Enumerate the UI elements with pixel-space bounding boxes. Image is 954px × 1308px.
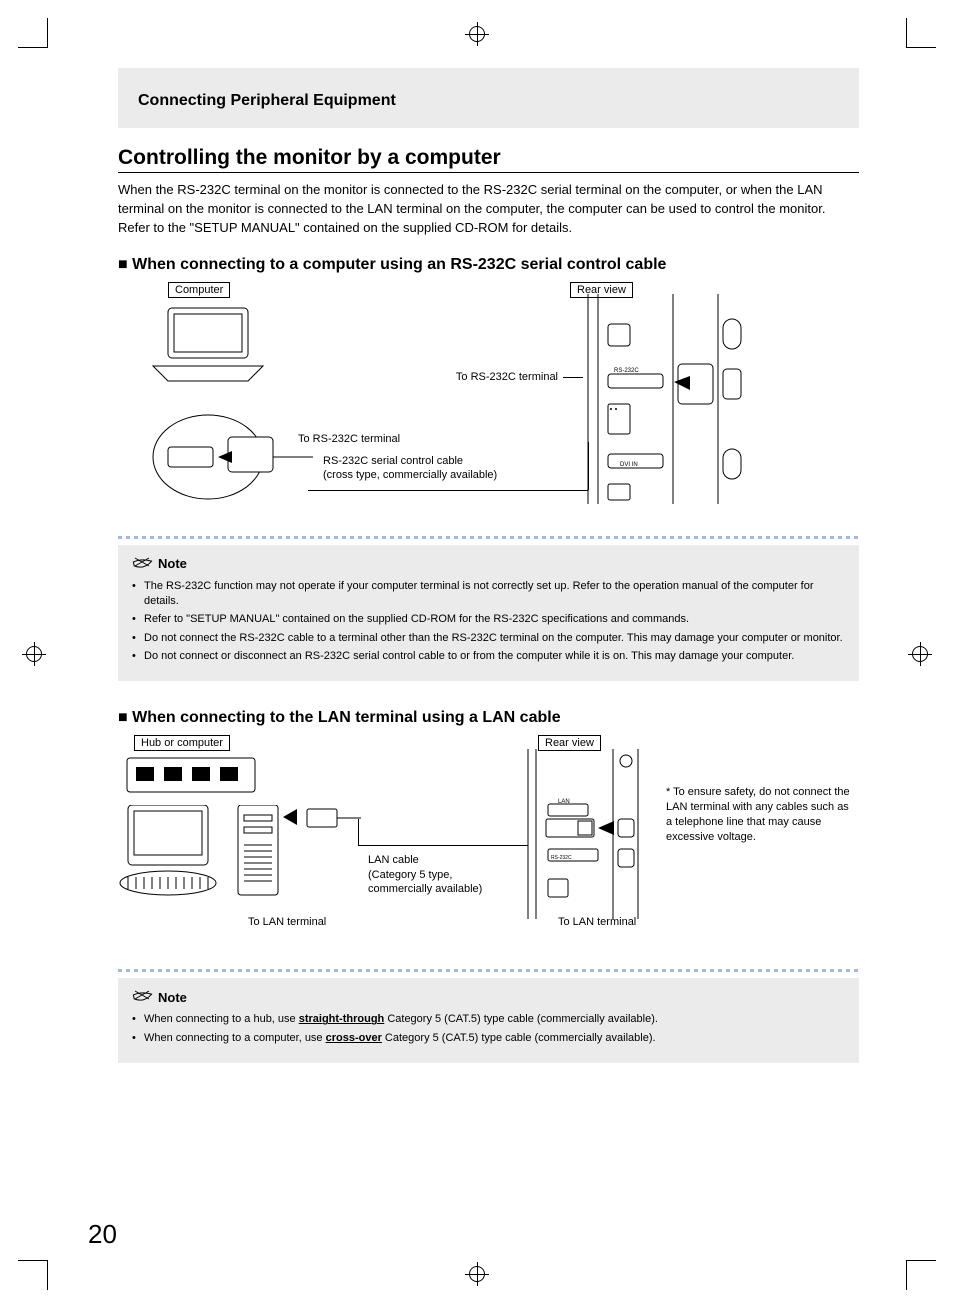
- lan-connector-icon: [283, 805, 363, 845]
- label-lan-cable: LAN cable (Category 5 type, commercially…: [368, 853, 482, 896]
- note-label: Note: [158, 556, 187, 571]
- note-item: The RS-232C function may not operate if …: [132, 579, 845, 610]
- label-computer: Computer: [168, 282, 230, 298]
- lan-diagram: Hub or computer Rear view: [118, 735, 859, 955]
- label-cable1: RS-232C serial control cable: [323, 454, 463, 468]
- lan-cable-line3: commercially available): [368, 883, 482, 895]
- svg-text:DVI IN: DVI IN: [620, 462, 638, 468]
- note-icon: [132, 988, 154, 1006]
- label-to-rs232c-right: To RS-232C terminal: [428, 370, 558, 384]
- registration-mark: [469, 1266, 485, 1282]
- lan-cable-line1: LAN cable: [368, 854, 419, 866]
- svg-text:RS-232C: RS-232C: [551, 855, 572, 861]
- intro-paragraph: When the RS-232C terminal on the monitor…: [118, 181, 859, 238]
- header-bar: Connecting Peripheral Equipment: [118, 68, 859, 128]
- label-cable2: (cross type, commercially available): [323, 468, 497, 482]
- cable-line: [588, 442, 589, 490]
- svg-text:RS-232C: RS-232C: [614, 368, 639, 374]
- note1-list: The RS-232C function may not operate if …: [132, 579, 845, 665]
- rear-panel-icon: RS-232C DVI IN: [578, 294, 748, 504]
- crop-mark: [906, 1260, 936, 1290]
- page-content: Connecting Peripheral Equipment Controll…: [118, 68, 859, 1240]
- cable-line: [358, 819, 359, 845]
- lan-rear-panel-icon: LAN RS-232C: [518, 749, 658, 919]
- label-to-lan-left: To LAN terminal: [248, 915, 326, 929]
- lan-cable-line2: (Category 5 type,: [368, 869, 452, 881]
- note2-list: When connecting to a hub, use straight-t…: [132, 1012, 845, 1046]
- note-divider: [118, 969, 859, 972]
- label-hub: Hub or computer: [134, 735, 230, 751]
- page-title: Controlling the monitor by a computer: [118, 146, 859, 173]
- cable-line: [358, 845, 528, 846]
- label-to-rs232c-left: To RS-232C terminal: [298, 432, 400, 446]
- note-item: When connecting to a computer, use cross…: [132, 1031, 845, 1046]
- note-item: Refer to "SETUP MANUAL" contained on the…: [132, 612, 845, 627]
- leader-line: [563, 377, 583, 378]
- note-item: Do not connect the RS-232C cable to a te…: [132, 631, 845, 646]
- hub-icon: [126, 757, 256, 793]
- label-to-lan-right: To LAN terminal: [558, 915, 636, 929]
- breadcrumb: Connecting Peripheral Equipment: [138, 92, 839, 110]
- note-icon: [132, 555, 154, 573]
- note-label: Note: [158, 990, 187, 1005]
- note2-box: Note When connecting to a hub, use strai…: [118, 978, 859, 1063]
- section2-heading: ■ When connecting to the LAN terminal us…: [118, 709, 859, 727]
- crop-mark: [18, 18, 48, 48]
- connector-detail-icon: [148, 412, 318, 512]
- cable-line: [308, 490, 588, 491]
- page-number: 20: [88, 1219, 117, 1250]
- note-item: When connecting to a hub, use straight-t…: [132, 1012, 845, 1027]
- registration-mark: [469, 26, 485, 42]
- rs232c-diagram: Computer Rear view RS-232C DVI IN: [118, 282, 859, 522]
- note-divider: [118, 536, 859, 539]
- safety-note: * To ensure safety, do not connect the L…: [666, 785, 851, 844]
- note1-box: Note The RS-232C function may not operat…: [118, 545, 859, 682]
- section1-heading: ■ When connecting to a computer using an…: [118, 256, 859, 274]
- note-item: Do not connect or disconnect an RS-232C …: [132, 649, 845, 664]
- laptop-icon: [148, 306, 268, 386]
- registration-mark: [912, 646, 928, 662]
- crop-mark: [18, 1260, 48, 1290]
- crop-mark: [906, 18, 936, 48]
- registration-mark: [26, 646, 42, 662]
- svg-text:LAN: LAN: [558, 799, 570, 805]
